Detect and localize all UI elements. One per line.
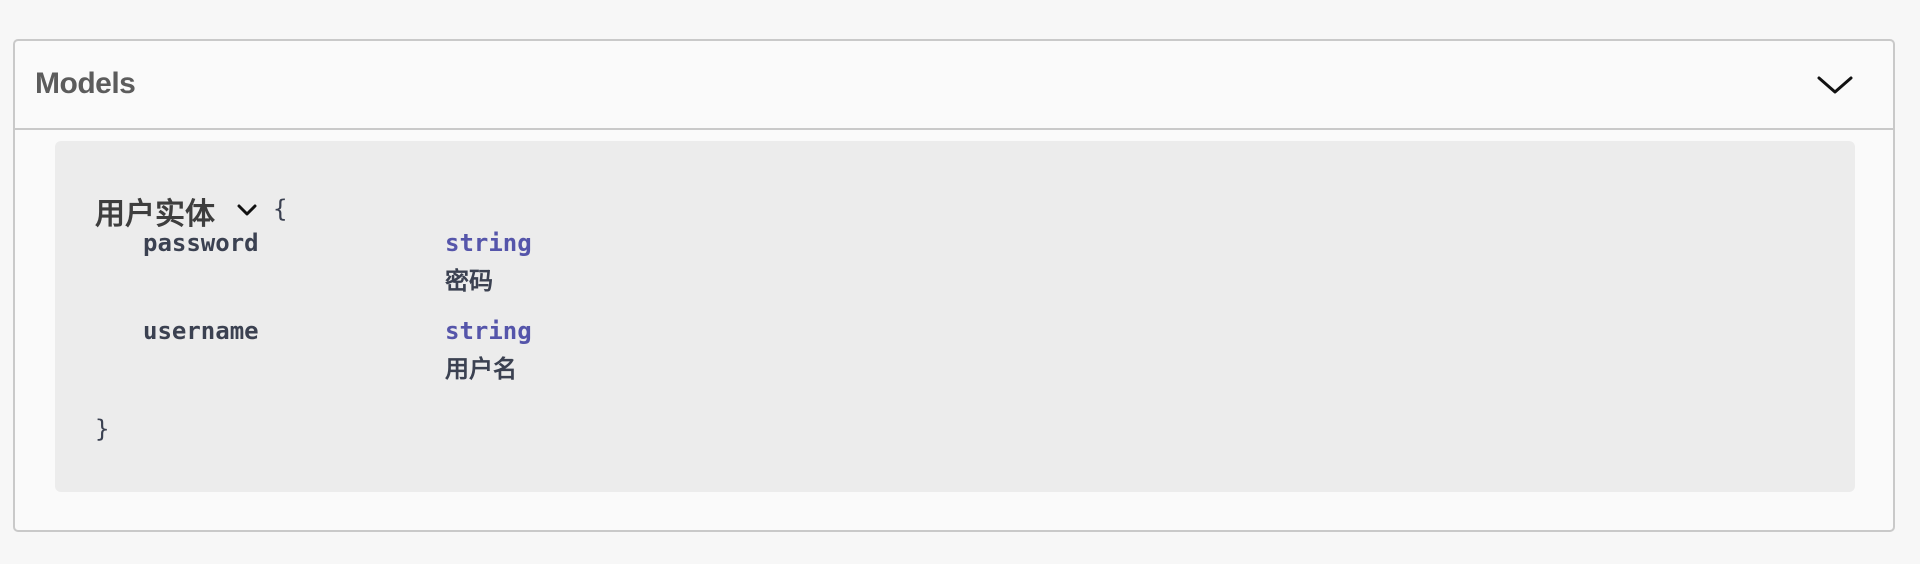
models-title: Models	[35, 67, 136, 100]
model-title[interactable]: 用户实体	[95, 189, 215, 233]
property-name: password	[143, 229, 259, 257]
chevron-down-icon[interactable]	[235, 201, 259, 219]
property-type: string	[445, 229, 532, 257]
models-header[interactable]: Models	[15, 41, 1893, 130]
property-description: 密码	[445, 268, 493, 295]
close-brace: }	[95, 415, 110, 443]
open-brace: {	[273, 195, 288, 223]
property-type: string	[445, 317, 532, 345]
model-container: 用户实体 { password string 密码 username strin…	[55, 141, 1855, 492]
chevron-down-icon[interactable]	[1815, 71, 1855, 99]
property-description: 用户名	[445, 356, 517, 383]
models-section: Models 用户实体 { password string 密码 usernam…	[13, 39, 1895, 532]
property-name: username	[143, 317, 259, 345]
